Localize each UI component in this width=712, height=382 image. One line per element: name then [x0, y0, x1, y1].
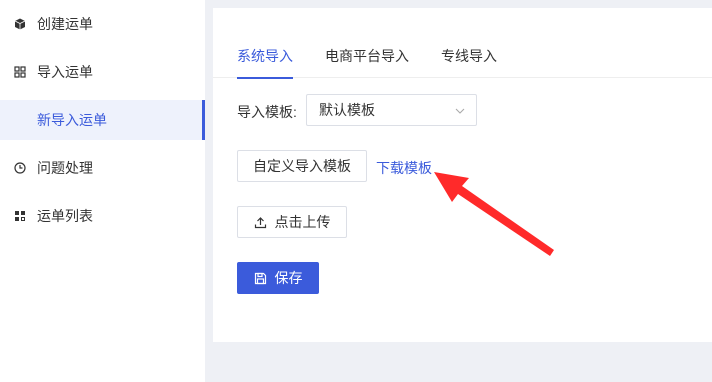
sidebar-item-label: 运单列表 [37, 208, 93, 224]
tab-dedicated-line-import[interactable]: 专线导入 [441, 46, 497, 78]
custom-template-button[interactable]: 自定义导入模板 [237, 150, 367, 182]
sidebar-item-create-waybill[interactable]: 创建运单 [0, 4, 205, 44]
sidebar: 创建运单 导入运单 新导入运单 问题处理 运单列表 [0, 0, 205, 382]
template-select-value: 默认模板 [319, 102, 375, 118]
import-tabs: 系统导入 电商平台导入 专线导入 [213, 8, 712, 79]
sidebar-item-label: 新导入运单 [37, 112, 107, 128]
import-panel: 系统导入 电商平台导入 专线导入 导入模板: 默认模板 自定义导入模板 下载模板… [213, 8, 712, 342]
clock-icon [14, 162, 26, 174]
upload-button[interactable]: 点击上传 [237, 206, 347, 238]
grid-icon [14, 66, 26, 78]
save-button[interactable]: 保存 [237, 262, 319, 294]
sidebar-item-label: 导入运单 [37, 64, 93, 80]
sidebar-item-issue-handling[interactable]: 问题处理 [0, 148, 205, 188]
sidebar-item-label: 创建运单 [37, 16, 93, 32]
chevron-down-icon [454, 104, 466, 116]
template-label: 导入模板: [237, 104, 297, 120]
download-template-link[interactable]: 下载模板 [376, 158, 432, 178]
save-icon [254, 272, 267, 285]
upload-button-label: 点击上传 [274, 214, 331, 230]
template-select[interactable]: 默认模板 [306, 94, 477, 126]
save-button-label: 保存 [274, 270, 303, 286]
sidebar-item-import-waybill[interactable]: 导入运单 [0, 52, 205, 92]
sidebar-item-label: 问题处理 [37, 160, 93, 176]
sidebar-item-new-import-waybill[interactable]: 新导入运单 [0, 100, 205, 140]
list-grid-icon [14, 210, 26, 222]
upload-icon [254, 216, 267, 229]
sidebar-item-waybill-list[interactable]: 运单列表 [0, 196, 205, 236]
tab-system-import[interactable]: 系统导入 [237, 46, 293, 79]
tab-ecommerce-import[interactable]: 电商平台导入 [325, 46, 409, 78]
custom-template-button-label: 自定义导入模板 [253, 158, 351, 174]
cube-icon [14, 18, 26, 30]
